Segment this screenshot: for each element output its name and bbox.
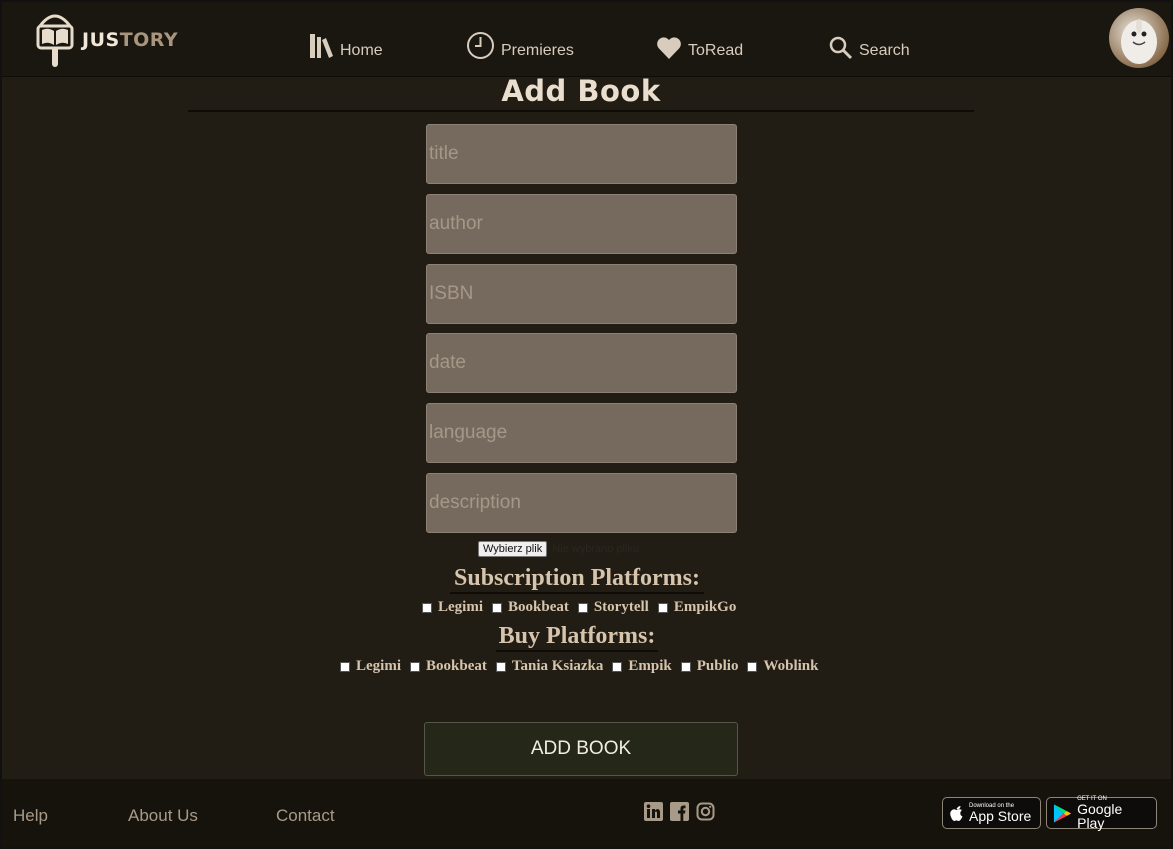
nav-premieres-label: Premieres <box>501 42 574 59</box>
page-title-container: Add Book <box>188 72 974 112</box>
subscription-option-storytell[interactable]: Storytell <box>577 599 649 616</box>
nav-premieres[interactable]: Premieres <box>466 26 574 60</box>
nav-search-label: Search <box>859 42 910 59</box>
file-status: Nie wybrano pliku <box>552 543 640 555</box>
add-book-button[interactable]: ADD BOOK <box>424 722 738 776</box>
buy-option-legimi[interactable]: Legimi <box>340 658 401 675</box>
buy-option-publio[interactable]: Publio <box>680 658 738 675</box>
heart-icon <box>657 37 681 59</box>
subscription-checkbox-empikgo[interactable] <box>657 602 668 613</box>
logo[interactable]: JUSTORY <box>32 8 182 68</box>
buy-option-tania-ksiazka[interactable]: Tania Ksiazka <box>495 658 603 675</box>
buy-checkbox-bookbeat[interactable] <box>410 661 420 672</box>
avatar[interactable] <box>1109 8 1169 68</box>
isbn-input[interactable] <box>426 264 737 324</box>
subscription-checkbox-legimi[interactable] <box>422 602 432 613</box>
buy-checkbox-legimi[interactable] <box>340 661 350 672</box>
linkedin-icon[interactable] <box>644 802 663 821</box>
nav-toread-label: ToRead <box>688 42 744 59</box>
choose-file-button[interactable]: Wybierz plik <box>478 541 548 557</box>
header: JUSTORY Home Premieres ToRead Search <box>2 2 1171 77</box>
subscription-platforms-heading: Subscription Platforms: <box>450 564 704 594</box>
subscription-checkbox-storytell[interactable] <box>577 602 588 613</box>
instagram-icon[interactable] <box>696 802 715 821</box>
nav-search[interactable]: Search <box>828 26 910 60</box>
subscription-option-empikgo[interactable]: EmpikGo <box>657 599 736 616</box>
footer-link-help[interactable]: Help <box>13 806 48 826</box>
file-chooser: Wybierz plik Nie wybrano pliku <box>478 541 639 557</box>
nav-toread[interactable]: ToRead <box>656 26 743 60</box>
nav-home[interactable]: Home <box>308 26 383 60</box>
app-store-badge[interactable]: Download on the App Store <box>942 797 1041 829</box>
social-links <box>644 802 715 821</box>
title-input[interactable] <box>426 124 737 184</box>
subscription-option-legimi[interactable]: Legimi <box>422 599 483 616</box>
buy-option-empik[interactable]: Empik <box>612 658 672 675</box>
facebook-icon[interactable] <box>670 802 689 821</box>
buy-platforms-list: Legimi Bookbeat Tania Ksiazka Empik Publ… <box>340 658 828 675</box>
page-title: Add Book <box>501 74 661 108</box>
clock-icon <box>467 32 494 59</box>
subscription-platforms-list: Legimi Bookbeat Storytell EmpikGo <box>422 599 745 616</box>
buy-platforms-heading: Buy Platforms: <box>496 622 658 652</box>
buy-checkbox-tania-ksiazka[interactable] <box>495 661 506 672</box>
date-input[interactable] <box>426 333 737 393</box>
footer: Help About Us Contact Download on the Ap… <box>2 779 1171 847</box>
search-icon <box>829 36 853 60</box>
app-store-text: Download on the App Store <box>969 803 1032 824</box>
apple-icon <box>950 805 963 821</box>
logo-text: JUSTORY <box>82 29 179 51</box>
book-lamp-logo-icon <box>36 14 74 67</box>
subscription-checkbox-bookbeat[interactable] <box>492 602 502 613</box>
yeti-avatar-icon <box>1121 19 1157 64</box>
buy-option-woblink[interactable]: Woblink <box>747 658 819 675</box>
author-input[interactable] <box>426 194 737 254</box>
footer-link-about-us[interactable]: About Us <box>128 806 198 826</box>
description-input[interactable] <box>426 473 737 533</box>
books-icon <box>310 34 333 58</box>
page: JUSTORY Home Premieres ToRead Search Add… <box>0 0 1173 849</box>
buy-checkbox-publio[interactable] <box>680 661 691 672</box>
subscription-option-bookbeat[interactable]: Bookbeat <box>492 599 569 616</box>
google-play-badge[interactable]: GET IT ON Google Play <box>1046 796 1157 831</box>
nav-home-label: Home <box>340 42 383 59</box>
google-play-icon <box>1053 803 1072 823</box>
buy-checkbox-empik[interactable] <box>612 661 623 672</box>
buy-option-bookbeat[interactable]: Bookbeat <box>410 658 487 675</box>
google-play-text: GET IT ON Google Play <box>1077 796 1123 831</box>
language-input[interactable] <box>426 403 737 463</box>
footer-link-contact[interactable]: Contact <box>276 806 335 826</box>
buy-checkbox-woblink[interactable] <box>747 661 758 672</box>
